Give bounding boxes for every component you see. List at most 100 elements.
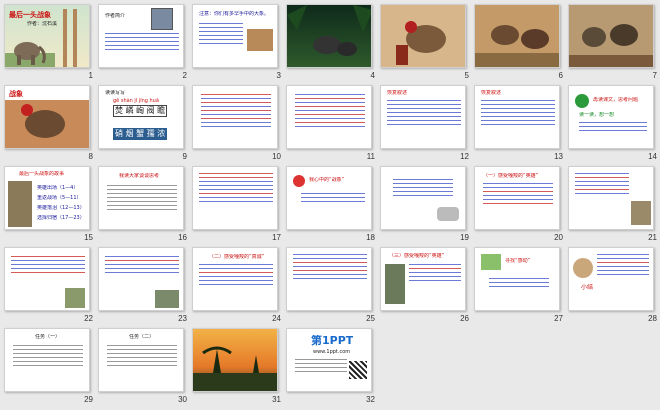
slide-heading: 战象 <box>9 90 23 98</box>
author-photo <box>151 8 173 30</box>
slide-number: 14 <box>648 152 657 161</box>
slide-thumb-18[interactable]: 我心中的“战象” 18 <box>285 165 379 246</box>
slide-thumb-13[interactable]: 恢复叙述 13 <box>473 84 567 165</box>
slide-author: 作者：沈石溪 <box>27 21 58 27</box>
site-url: www.1ppt.com <box>313 349 351 355</box>
outline-item-3: 英雄落泪（12—13） <box>37 205 85 211</box>
slide-heading: 注意：你们有多早手中的大象。 <box>199 11 270 17</box>
slide-number: 32 <box>366 395 375 404</box>
slide-heading: （二）感受嘎羧的“真诚” <box>209 254 265 260</box>
circle-bullet-icon <box>293 175 305 187</box>
slide-thumb-9[interactable]: 读读写写 ɡē shàn jǐ jīnɡ huā 焚 嶙 峋 阀 瞻 硝 烟 蟹… <box>97 84 191 165</box>
slide-picture <box>573 258 593 278</box>
sunset-jungle-picture <box>193 346 277 391</box>
slide-heading: 恢复叙述 <box>481 90 502 96</box>
circle-bullet-icon <box>575 94 589 108</box>
slide-thumb-10[interactable]: 10 <box>191 84 285 165</box>
slide-heading: 读读写写 <box>105 90 126 96</box>
slide-thumb-30[interactable]: 任务（二） 30 <box>97 327 191 408</box>
slide-number: 28 <box>648 314 657 323</box>
slide-picture <box>631 201 651 225</box>
slide-number: 20 <box>554 233 563 242</box>
pinyin-line: ɡē shàn jǐ jīnɡ huā <box>113 98 159 104</box>
qr-code-icon <box>349 361 367 379</box>
slide-picture <box>155 290 179 308</box>
slide-heading: 作者简介 <box>105 13 126 19</box>
elephant-army-painting <box>569 5 653 67</box>
slide-picture <box>385 264 405 304</box>
slide-thumb-1[interactable]: 最后一头战象 作者：沈石溪 1 <box>3 3 97 84</box>
slide-picture <box>481 254 501 270</box>
slide-thumb-21[interactable]: 21 <box>567 165 660 246</box>
slide-thumb-17[interactable]: 17 <box>191 165 285 246</box>
slide-number: 6 <box>558 71 563 80</box>
slide-thumb-25[interactable]: 25 <box>285 246 379 327</box>
slide-number: 16 <box>178 233 187 242</box>
slide-thumb-32[interactable]: 第1PPT www.1ppt.com 32 <box>285 327 379 408</box>
slide-thumb-31[interactable]: 31 <box>191 327 285 408</box>
elephant-icon <box>437 207 459 221</box>
slide-heading: 任务（一） <box>35 334 61 340</box>
slide-thumb-19[interactable]: 19 <box>379 165 473 246</box>
slide-thumb-11[interactable]: 11 <box>285 84 379 165</box>
character-boxes-2: 硝 烟 蟹 孺 浓 <box>113 128 168 140</box>
slide-thumb-22[interactable]: 22 <box>3 246 97 327</box>
slide-thumb-20[interactable]: （一）感受嘎羧的“英雄” 20 <box>473 165 567 246</box>
slide-number: 31 <box>272 395 281 404</box>
slide-thumb-6[interactable]: 6 <box>473 3 567 84</box>
slide-number: 5 <box>464 71 469 80</box>
slide-number: 30 <box>178 395 187 404</box>
slide-thumb-23[interactable]: 23 <box>97 246 191 327</box>
elephant-rider-picture <box>8 181 32 227</box>
character-boxes: 焚 嶙 峋 阀 瞻 <box>113 105 168 117</box>
slide-thumb-28[interactable]: 小结 28 <box>567 246 660 327</box>
slide-thumb-16[interactable]: 我读大家谈谈思考 16 <box>97 165 191 246</box>
slide-heading: 恢复叙述 <box>387 90 408 96</box>
slide-number: 13 <box>554 152 563 161</box>
outline-item-1: 英雄出场（1—4） <box>37 185 79 191</box>
war-elephant-painting <box>381 5 465 67</box>
slide-sorter-grid: 最后一头战象 作者：沈石溪 1 作者简介 2 注意：你们有多早手中的大象。 3 … <box>0 0 660 410</box>
slide-number: 29 <box>84 395 93 404</box>
slide-number: 12 <box>460 152 469 161</box>
slide-number: 2 <box>182 71 187 80</box>
slide-number: 18 <box>366 233 375 242</box>
slide-number: 3 <box>276 71 281 80</box>
slide-title: 最后一头战象 <box>9 11 51 19</box>
slide-thumb-14[interactable]: 再读课文，思考问题 读一读，想一想 14 <box>567 84 660 165</box>
slide-heading: 最后一头战象的故事 <box>19 171 65 177</box>
slide-number: 10 <box>272 152 281 161</box>
site-logo: 第1PPT <box>311 335 354 347</box>
battle-scene-painting <box>475 5 559 67</box>
slide-thumb-2[interactable]: 作者简介 2 <box>97 3 191 84</box>
slide-number: 23 <box>178 314 187 323</box>
slide-thumb-26[interactable]: （三）感受嘎羧的“英雄” 26 <box>379 246 473 327</box>
slide-number: 4 <box>370 71 375 80</box>
summary-label: 小结 <box>581 284 594 291</box>
slide-number: 9 <box>182 152 187 161</box>
slide-number: 15 <box>84 233 93 242</box>
slide-thumb-5[interactable]: 5 <box>379 3 473 84</box>
slide-number: 1 <box>88 71 93 80</box>
slide-thumb-27[interactable]: 寻找“感动” 27 <box>473 246 567 327</box>
slide-thumb-29[interactable]: 任务（一） 29 <box>3 327 97 408</box>
outline-item-4: 选择归宿（17—23） <box>37 215 85 221</box>
slide-thumb-15[interactable]: 最后一头战象的故事 英雄出场（1—4） 重返战场（5—11） 英雄落泪（12—1… <box>3 165 97 246</box>
slide-picture <box>65 288 85 308</box>
slide-thumb-3[interactable]: 注意：你们有多早手中的大象。 3 <box>191 3 285 84</box>
slide-heading: 我心中的“战象” <box>309 177 345 183</box>
slide-number: 24 <box>272 314 281 323</box>
slide-thumb-7[interactable]: 7 <box>567 3 660 84</box>
slide-thumb-4[interactable]: 4 <box>285 3 379 84</box>
slide-thumb-8[interactable]: 战象 8 <box>3 84 97 165</box>
slide-subheading: 读一读，想一想 <box>579 112 615 118</box>
slide-heading: 寻找“感动” <box>505 258 531 264</box>
slide-thumb-12[interactable]: 恢复叙述 12 <box>379 84 473 165</box>
slide-thumb-24[interactable]: （二）感受嘎羧的“真诚” 24 <box>191 246 285 327</box>
war-elephant-picture <box>5 100 89 148</box>
slide-heading: 再读课文，思考问题 <box>593 97 639 103</box>
slide-number: 19 <box>460 233 469 242</box>
jungle-elephants-picture <box>287 5 371 56</box>
slide-number: 8 <box>88 152 93 161</box>
slide-number: 21 <box>648 233 657 242</box>
